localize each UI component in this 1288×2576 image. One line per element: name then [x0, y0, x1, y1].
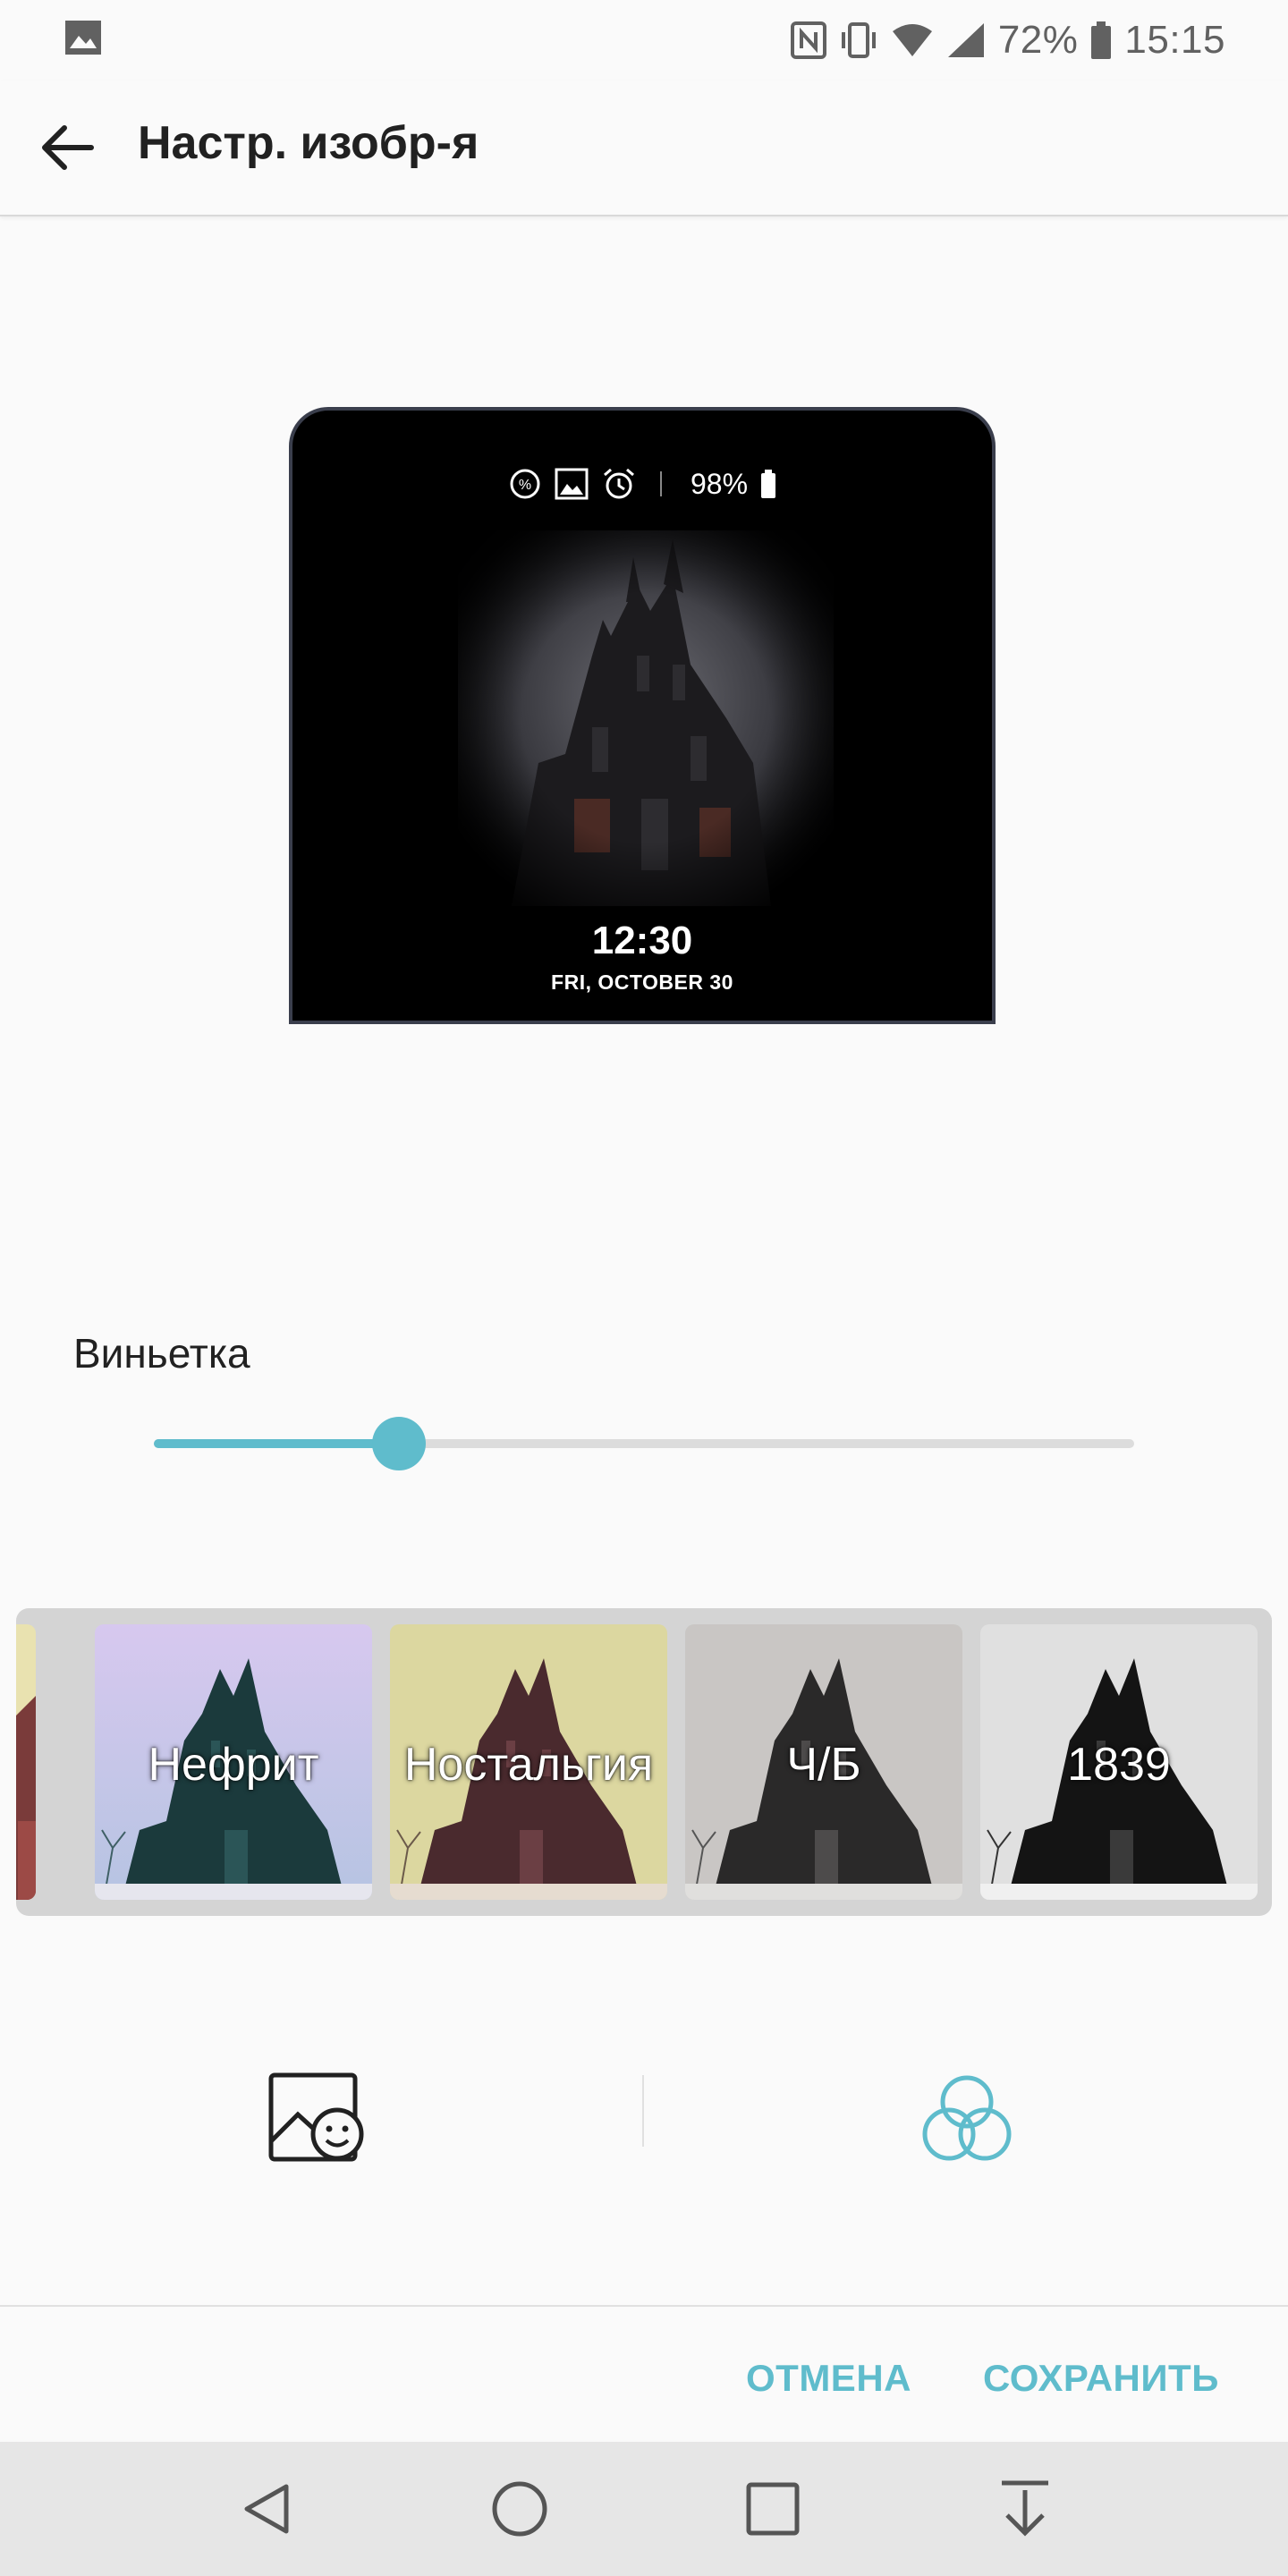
pull-down-icon [1002, 2480, 1048, 2537]
filter-thumbnail [16, 1624, 36, 1900]
status-bar: 72% 15:15 [0, 0, 1288, 80]
edit-mode-bar [0, 2012, 1288, 2209]
svg-text:%: % [519, 478, 531, 493]
filter-item-partial[interactable] [16, 1624, 36, 1900]
preview-status-row: % 98% [292, 466, 992, 502]
data-saver-icon: % [510, 469, 540, 499]
status-separator [659, 471, 662, 496]
nav-home-button[interactable] [484, 2473, 555, 2545]
filter-label: 1839 [1067, 1739, 1171, 1791]
filters-icon [922, 2075, 1012, 2161]
preview-battery-icon [761, 470, 776, 498]
alarm-icon [603, 468, 634, 499]
nav-home-icon [492, 2481, 547, 2537]
preview-date: FRI, OCTOBER 30 [551, 970, 733, 994]
app-bar: Настр. изобр-я [0, 80, 1288, 216]
preview-battery-percent: 98% [690, 467, 749, 500]
page-title: Настр. изобр-я [138, 117, 479, 169]
nav-back-button[interactable] [232, 2473, 303, 2545]
slider-fill [154, 1439, 399, 1448]
vignette-label: Виньетка [73, 1330, 250, 1377]
filter-label: Ностальгия [403, 1739, 654, 1791]
action-bar: ОТМЕНА СОХРАНИТЬ [0, 2305, 1288, 2444]
filter-item-bw[interactable]: Ч/Б [685, 1624, 962, 1900]
vibrate-icon [841, 22, 876, 58]
save-button[interactable]: СОХРАНИТЬ [983, 2357, 1219, 2400]
filter-item-1839[interactable]: 1839 [980, 1624, 1258, 1900]
filter-label: Нефрит [148, 1739, 319, 1791]
slider-thumb[interactable] [372, 1417, 426, 1470]
always-on-display-preview: % 98% 12:30 FRI, OCTOBER 30 [289, 407, 996, 1024]
filter-strip[interactable]: Нефрит Ностальгия Ч/Б 1839 [16, 1608, 1272, 1916]
signal-icon [947, 23, 984, 57]
back-button[interactable] [27, 107, 107, 188]
filters-tab[interactable] [909, 2061, 1025, 2177]
cancel-button[interactable]: ОТМЕНА [746, 2357, 911, 2400]
nav-back-icon [244, 2484, 289, 2534]
arrow-back-icon [42, 125, 94, 170]
nav-recents-icon [746, 2482, 800, 2536]
nfc-icon [790, 21, 826, 59]
gallery-icon [555, 468, 589, 500]
clock: 15:15 [1124, 18, 1225, 62]
preview-time: 12:30 [591, 919, 693, 962]
wallpaper-preview-image [458, 530, 834, 906]
gallery-notification-icon [65, 21, 101, 55]
battery-percent: 72% [997, 18, 1079, 62]
mode-divider [642, 2075, 644, 2147]
filter-item-jade[interactable]: Нефрит [95, 1624, 372, 1900]
battery-icon [1091, 21, 1112, 59]
nav-notifications-button[interactable] [989, 2473, 1061, 2545]
photo-sticker-icon [268, 2072, 364, 2162]
filter-label: Ч/Б [786, 1739, 861, 1791]
nav-recents-button[interactable] [737, 2473, 809, 2545]
navigation-bar [0, 2442, 1288, 2576]
wifi-icon [892, 24, 932, 56]
filter-item-nostalgia[interactable]: Ностальгия [390, 1624, 667, 1900]
vignette-slider[interactable] [154, 1417, 1134, 1470]
photo-sticker-tab[interactable] [259, 2061, 376, 2177]
